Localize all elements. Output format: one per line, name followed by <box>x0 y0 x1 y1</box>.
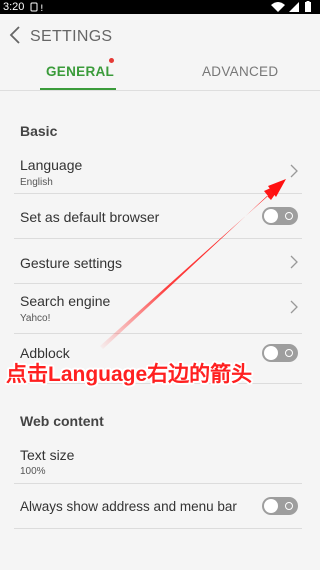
setting-value: English <box>20 177 53 188</box>
toggle-off-icon <box>285 349 293 357</box>
signal-icon <box>289 2 299 12</box>
tab-general[interactable]: GENERAL <box>46 64 114 79</box>
tab-advanced[interactable]: ADVANCED <box>202 64 278 79</box>
address-bar-toggle[interactable] <box>262 497 298 515</box>
notification-icons: ! <box>30 2 44 14</box>
toggle-off-icon <box>285 212 293 220</box>
active-tab-indicator <box>40 88 116 90</box>
toggle-knob <box>264 346 278 360</box>
setting-row-search-engine[interactable]: Search engine Yahco! <box>14 284 302 334</box>
setting-label: Search engine <box>20 293 111 309</box>
section-title-basic: Basic <box>20 123 58 139</box>
back-arrow-icon[interactable] <box>8 26 22 44</box>
setting-label: Set as default browser <box>20 209 160 225</box>
chevron-right-icon[interactable] <box>290 255 298 269</box>
setting-row-gesture[interactable]: Gesture settings <box>14 239 302 284</box>
setting-row-address-bar[interactable]: Always show address and menu bar <box>14 484 302 529</box>
setting-label: Always show address and menu bar <box>20 499 237 514</box>
setting-label: Language <box>20 157 83 173</box>
annotation-text: 点击Language右边的箭头 <box>6 363 253 386</box>
setting-label: Text size <box>20 447 75 463</box>
wifi-icon <box>271 2 285 12</box>
toggle-knob <box>264 209 278 223</box>
setting-value: 100% <box>20 466 46 477</box>
chevron-right-icon[interactable] <box>290 300 298 314</box>
setting-label: Gesture settings <box>20 255 122 271</box>
adblock-toggle[interactable] <box>262 344 298 362</box>
battery-icon <box>305 2 311 12</box>
page-title: SETTINGS <box>30 28 113 45</box>
section-title-web-content: Web content <box>20 413 104 429</box>
notification-dot-icon <box>109 58 114 63</box>
status-right-icons <box>271 1 311 12</box>
toggle-knob <box>264 499 278 513</box>
default-browser-toggle[interactable] <box>262 207 298 225</box>
toggle-off-icon <box>285 502 293 510</box>
app-header: SETTINGS GENERAL ADVANCED <box>0 14 320 91</box>
svg-text:!: ! <box>40 4 44 14</box>
setting-row-default-browser[interactable]: Set as default browser <box>14 194 302 239</box>
setting-row-language[interactable]: Language English <box>14 147 302 194</box>
setting-row-text-size[interactable]: Text size 100% <box>14 437 302 484</box>
setting-value: Yahco! <box>20 313 51 324</box>
status-bar: 3:20 ! <box>0 0 320 14</box>
chevron-right-icon[interactable] <box>290 164 298 178</box>
